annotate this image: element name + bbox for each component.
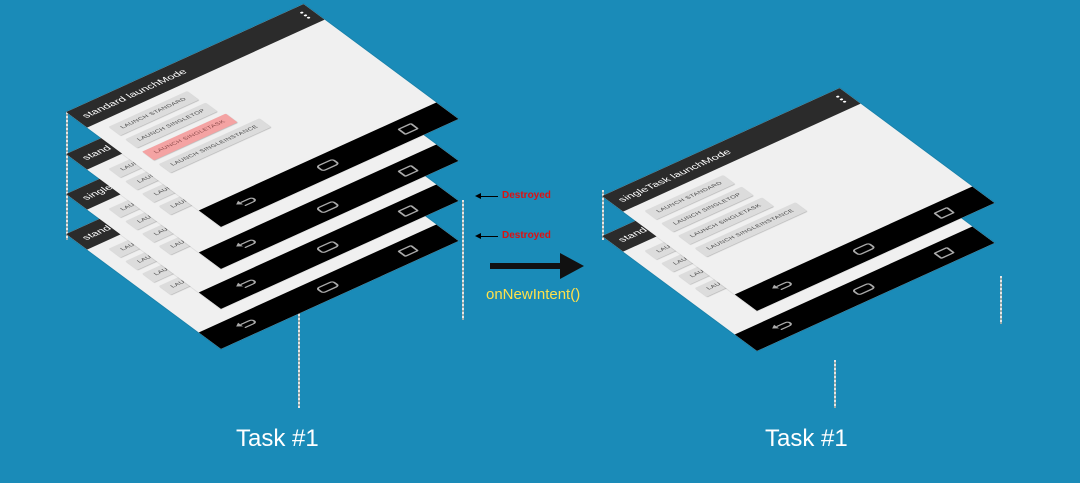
right-stack-connector-far (1000, 276, 1002, 324)
diagram-scene: standLAUNCH STANDARDLAUNCH SINGLETOPLAUN… (0, 0, 1080, 483)
destroyed-label-1: Destroyed (502, 190, 551, 201)
recents-icon[interactable] (397, 164, 420, 177)
home-icon[interactable] (315, 200, 341, 214)
right-task-label: Task #1 (765, 425, 848, 452)
app-bar-title: stand (615, 225, 650, 244)
home-icon[interactable] (315, 280, 341, 294)
destroyed-arrow-2 (475, 233, 498, 239)
destroyed-label-2: Destroyed (502, 230, 551, 241)
left-stack-connector-left (66, 112, 68, 240)
left-stack-connector-far (462, 200, 464, 320)
app-bar-title: stand (79, 223, 114, 242)
transition-arrow (490, 253, 584, 279)
back-icon[interactable] (775, 320, 794, 331)
recents-icon[interactable] (933, 206, 956, 219)
back-icon[interactable] (239, 278, 258, 289)
home-icon[interactable] (315, 240, 341, 254)
home-icon[interactable] (851, 282, 877, 296)
destroyed-arrow-1 (475, 193, 498, 199)
recents-icon[interactable] (397, 244, 420, 257)
home-icon[interactable] (315, 158, 341, 172)
transition-label: onNewIntent() (486, 286, 581, 303)
back-icon[interactable] (239, 318, 258, 329)
back-icon[interactable] (775, 280, 794, 291)
app-bar-title: stand (79, 143, 114, 162)
recents-icon[interactable] (397, 122, 420, 135)
home-icon[interactable] (851, 242, 877, 256)
recents-icon[interactable] (397, 204, 420, 217)
overflow-menu-icon[interactable] (835, 95, 847, 103)
recents-icon[interactable] (933, 246, 956, 259)
left-task-label: Task #1 (236, 425, 319, 452)
back-icon[interactable] (239, 238, 258, 249)
overflow-menu-icon[interactable] (299, 11, 311, 19)
back-icon[interactable] (239, 196, 258, 207)
right-stack-connector-right (834, 360, 836, 408)
